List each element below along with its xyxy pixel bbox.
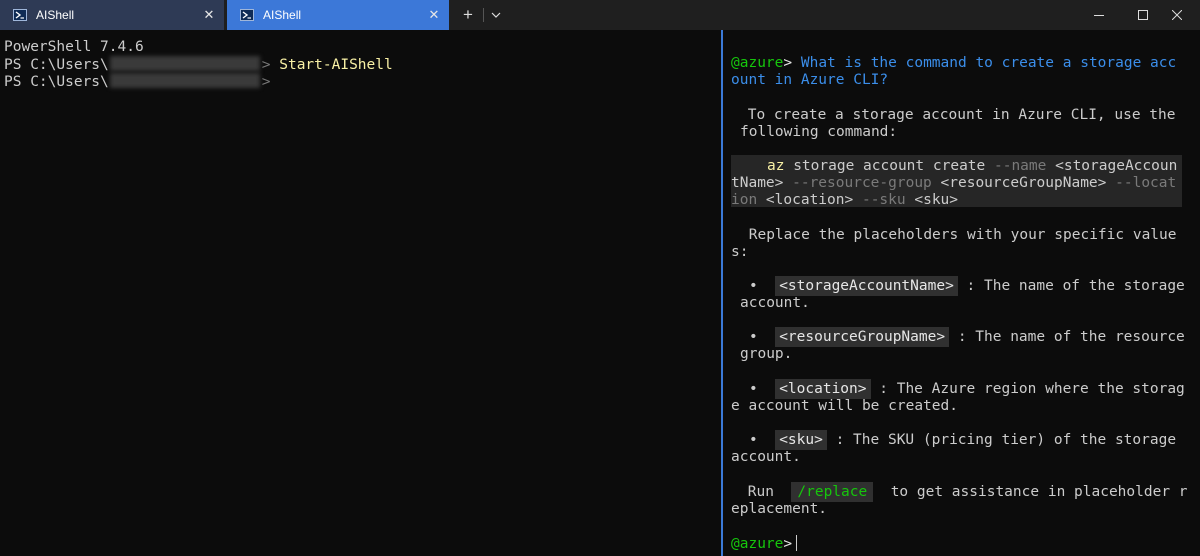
- placeholder-chip: <location>: [775, 379, 871, 399]
- close-tab-icon[interactable]: ✕: [194, 7, 224, 23]
- code-keyword: az: [767, 158, 785, 174]
- bullet-item-3-cont: e account will be created.: [731, 398, 958, 414]
- question-line-2: ount in Azure CLI?: [731, 72, 889, 88]
- bullet-item-2-cont: group.: [740, 346, 793, 362]
- question-text: What is the command to create a storage …: [800, 55, 1177, 71]
- azure-prompt: @azure: [731, 55, 784, 71]
- redacted-username: [109, 73, 260, 88]
- azure-prompt: @azure: [731, 536, 784, 552]
- minimize-icon[interactable]: [1076, 0, 1122, 30]
- bullet-item-2: • <resourceGroupName> : The name of the …: [749, 327, 1185, 347]
- prompt-close: >: [261, 74, 271, 90]
- placeholder-chip: <storageAccountName>: [775, 276, 958, 296]
- redacted-username: [109, 56, 260, 71]
- prompt-gt: >: [783, 55, 793, 71]
- bullet-item-3: • <location> : The Azure region where th…: [749, 379, 1185, 399]
- replace-line-1: Replace the placeholders with your speci…: [740, 227, 1177, 243]
- bullet-icon: •: [749, 329, 758, 345]
- close-tab-icon[interactable]: ✕: [419, 7, 449, 23]
- prompt-close: >: [261, 57, 271, 73]
- tab-aishell-1[interactable]: AIShell ✕: [0, 0, 224, 30]
- code-line-1: az storage account create --name <storag…: [767, 158, 1178, 174]
- bullet-item-1-cont: account.: [740, 295, 810, 311]
- aishell-pane[interactable]: @azure> What is the command to create a …: [723, 30, 1200, 556]
- close-window-icon[interactable]: [1154, 0, 1200, 30]
- prompt-text: PS C:\Users\: [4, 57, 109, 73]
- run-line-2: eplacement.: [731, 501, 828, 517]
- powershell-icon: [240, 9, 254, 21]
- code-line-2: tName> --resource-group <resourceGroupNa…: [731, 175, 1177, 191]
- terminal-line-version: PowerShell 7.4.6: [4, 39, 144, 55]
- title-bar: AIShell ✕ AIShell ✕ +: [0, 0, 1200, 30]
- terminal-pane-left[interactable]: PowerShell 7.4.6 PS C:\Users\ > Start-AIS…: [0, 30, 720, 556]
- question-line-1: @azure> What is the command to create a …: [731, 55, 1176, 72]
- run-line-1: Run /replace to get assistance in placeh…: [739, 482, 1188, 502]
- text-cursor: [796, 535, 798, 551]
- prompt-gt: >: [783, 536, 793, 552]
- powershell-icon: [13, 9, 27, 21]
- answer-intro-2: following command:: [740, 124, 898, 140]
- tab-aishell-2[interactable]: AIShell ✕: [227, 0, 449, 30]
- input-prompt-line[interactable]: @azure>: [731, 535, 798, 553]
- bullet-icon: •: [749, 278, 758, 294]
- command-start-aishell: Start-AIShell: [270, 57, 393, 73]
- tab-title: AIShell: [36, 8, 75, 22]
- replace-line-2: s:: [731, 244, 749, 260]
- terminal-line-prompt: PS C:\Users\ >: [4, 73, 271, 91]
- bullet-icon: •: [749, 381, 758, 397]
- placeholder-chip: <resourceGroupName>: [775, 327, 950, 347]
- placeholder-chip: <sku>: [775, 430, 827, 450]
- bullet-item-4-cont: account.: [731, 449, 801, 465]
- terminal-line-command: PS C:\Users\ > Start-AIShell: [4, 56, 393, 74]
- bullet-icon: •: [749, 432, 758, 448]
- bullet-item-1: • <storageAccountName> : The name of the…: [749, 276, 1185, 296]
- code-line-3: ion <location> --sku <sku>: [731, 192, 959, 208]
- tab-title: AIShell: [263, 8, 302, 22]
- bullet-item-4: • <sku> : The SKU (pricing tier) of the …: [749, 430, 1177, 450]
- prompt-text: PS C:\Users\: [4, 74, 109, 90]
- new-tab-button[interactable]: +: [458, 0, 478, 30]
- answer-intro-1: To create a storage account in Azure CLI…: [739, 107, 1176, 123]
- replace-command-chip: /replace: [791, 482, 874, 502]
- titlebar-separator: [483, 8, 484, 22]
- chevron-down-icon[interactable]: [488, 0, 504, 30]
